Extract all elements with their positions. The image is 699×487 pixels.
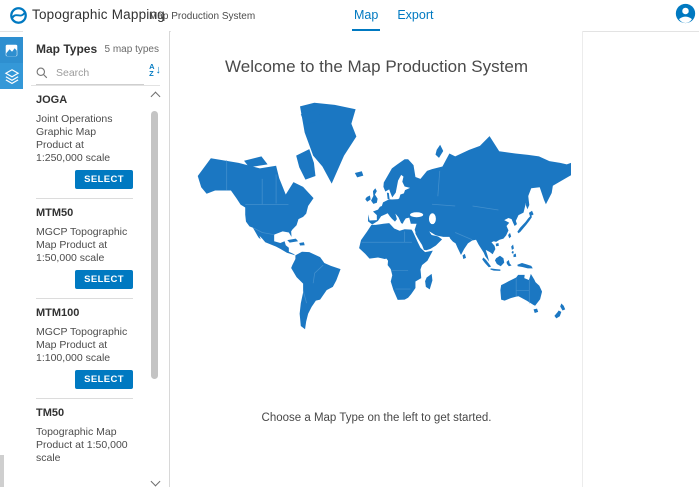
list-scrollbar [149, 91, 161, 487]
map-type-item-joga: JOGA Joint Operations Graphic Map Produc… [36, 86, 133, 199]
welcome-title: Welcome to the Map Production System [171, 57, 582, 77]
sort-alphabetical-icon[interactable]: A Z ↓ [149, 63, 161, 77]
map-production-app: Topographic Mapping Map Production Syste… [0, 0, 699, 487]
app-title: Topographic Mapping [32, 7, 165, 22]
select-button-mtm100[interactable]: SELECT [75, 370, 133, 389]
search-icon [36, 67, 48, 79]
tab-export[interactable]: Export [395, 0, 435, 31]
map-type-item-mtm50: MTM50 MGCP Topographic Map Product at 1:… [36, 199, 133, 299]
tab-map[interactable]: Map [352, 0, 380, 31]
scrollbar-thumb[interactable] [151, 111, 158, 379]
layers-icon[interactable] [0, 63, 23, 89]
corner-scroll-strip [0, 455, 4, 487]
map-type-item-tm50: TM50 Topographic Map Product at 1:50,000… [36, 399, 133, 463]
app-header: Topographic Mapping Map Production Syste… [0, 0, 699, 32]
main-content: Welcome to the Map Production System [171, 31, 582, 487]
action-bar [0, 37, 23, 89]
sort-letter-z: Z [149, 70, 154, 77]
map-type-count: 5 map types [105, 44, 159, 55]
map-type-description: Topographic Map Product at 1:50,000 scal… [36, 426, 133, 463]
panel-title: Map Types [36, 42, 97, 56]
search-box [36, 62, 144, 85]
scroll-up-icon[interactable] [151, 92, 161, 102]
app-subtitle: Map Production System [149, 11, 255, 22]
map-types-panel: Map Types 5 map types A Z ↓ JOGA Joint O… [23, 31, 170, 487]
world-map-graphic [185, 102, 571, 334]
select-button-mtm50[interactable]: SELECT [75, 270, 133, 289]
map-type-name: MTM50 [36, 207, 133, 219]
map-type-list: JOGA Joint Operations Graphic Map Produc… [23, 86, 169, 463]
map-type-description: MGCP Topographic Map Product at 1:50,000… [36, 226, 133, 265]
sort-arrow-down: ↓ [156, 65, 162, 76]
instruction-text: Choose a Map Type on the left to get sta… [171, 412, 582, 424]
map-type-description: MGCP Topographic Map Product at 1:100,00… [36, 326, 133, 365]
user-account-icon[interactable] [675, 3, 696, 24]
map-type-description: Joint Operations Graphic Map Product at … [36, 113, 133, 165]
app-logo-icon [9, 6, 28, 25]
scroll-down-icon[interactable] [151, 477, 161, 487]
content-right-divider [582, 31, 583, 487]
header-tabs: Map Export [352, 0, 435, 31]
select-button-joga[interactable]: SELECT [75, 170, 133, 189]
map-type-name: JOGA [36, 94, 133, 106]
basemap-icon[interactable] [0, 37, 23, 63]
search-input[interactable] [54, 66, 138, 80]
map-type-name: MTM100 [36, 307, 133, 319]
map-type-item-mtm100: MTM100 MGCP Topographic Map Product at 1… [36, 299, 133, 399]
map-type-name: TM50 [36, 407, 133, 419]
